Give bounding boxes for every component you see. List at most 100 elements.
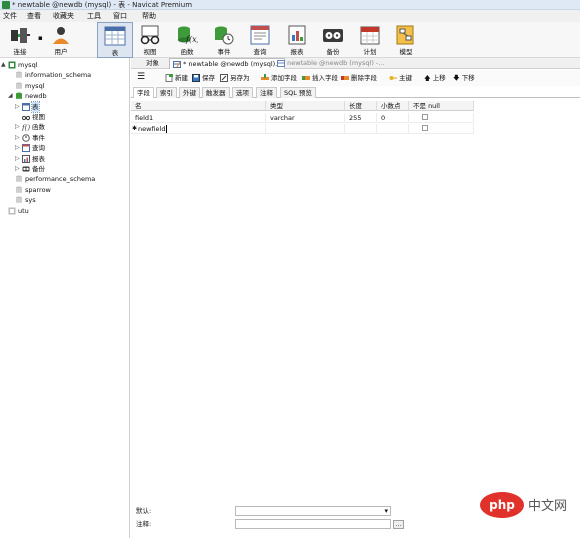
column-header-not-null[interactable]: 不是 null	[409, 101, 474, 111]
toolbar-model-label: 模型	[399, 48, 413, 56]
toolbar-view-label: 视图	[143, 48, 157, 56]
tree-expander-icon[interactable]: ▷	[15, 164, 21, 174]
backup-icon	[22, 166, 30, 172]
default-value-combobox[interactable]: ▾	[235, 506, 391, 516]
delete-field-button[interactable]: 删除字段	[341, 72, 377, 84]
tree-expander-icon[interactable]: ◢	[8, 91, 14, 101]
chevron-down-icon: ▾	[384, 507, 388, 515]
event-icon	[22, 133, 30, 142]
menu-favorites[interactable]: 收藏夹	[53, 10, 74, 22]
tree-expander-icon[interactable]: ▷	[15, 154, 21, 164]
toolbar-model-button[interactable]: 模型	[392, 22, 420, 58]
column-header-length[interactable]: 长度	[345, 101, 377, 111]
toolbar-query-button[interactable]: 查询	[246, 22, 274, 58]
primary-key-button-label: 主键	[399, 74, 412, 82]
toolbar-schedule-label: 计划	[363, 48, 377, 56]
comment-ellipsis-button[interactable]: ...	[393, 520, 404, 529]
save-as-button-label: 另存为	[230, 74, 250, 82]
tab-newtable-active[interactable]: * newtable @newdb (mysql)...	[169, 58, 286, 69]
column-header-decimals[interactable]: 小数点	[377, 101, 409, 111]
query-icon	[250, 25, 270, 45]
server-icon	[8, 61, 16, 69]
not-null-checkbox[interactable]	[422, 125, 428, 131]
new-button-label: 新建	[175, 74, 188, 82]
column-header-type[interactable]: 类型	[266, 101, 345, 111]
menu-help[interactable]: 帮助	[142, 10, 156, 22]
tree-expander-icon[interactable]: ▷	[15, 122, 21, 132]
menu-view[interactable]: 查看	[27, 10, 41, 22]
menu-file[interactable]: 文件	[3, 10, 17, 22]
toolbar-connect-button[interactable]: 连接	[4, 22, 36, 58]
hamburger-icon[interactable]: ☰	[137, 72, 145, 84]
query-icon	[22, 144, 30, 153]
toolbar-backup-button[interactable]: 备份	[319, 22, 347, 58]
menu-bar: 文件 查看 收藏夹 工具 窗口 帮助	[0, 10, 580, 22]
tree-node-label: sys	[25, 196, 36, 205]
save-button[interactable]: 保存	[192, 72, 215, 84]
subtab-indexes[interactable]: 索引	[156, 87, 177, 98]
toolbar-view-button[interactable]: 视图	[136, 22, 164, 58]
subtab-triggers[interactable]: 触发器	[202, 87, 230, 98]
model-icon	[396, 25, 414, 45]
subtab-options[interactable]: 选项	[232, 87, 253, 98]
comment-label: 注释:	[136, 520, 152, 528]
tree-expander-icon[interactable]: ▲	[1, 60, 7, 70]
move-up-button[interactable]: 🡅 上移	[424, 72, 446, 84]
field-decimals-cell[interactable]	[377, 124, 409, 134]
add-field-button[interactable]: 添加字段	[261, 72, 297, 84]
not-null-checkbox[interactable]	[422, 114, 428, 120]
menu-tools[interactable]: 工具	[87, 10, 101, 22]
column-header-name[interactable]: 名	[131, 101, 266, 111]
toolbar-schedule-button[interactable]: 计划	[356, 22, 384, 58]
tree-expander-icon[interactable]: ▷	[15, 133, 21, 143]
watermark-site: 中文网	[528, 499, 567, 514]
design-subtabs: 字段 索引 外键 触发器 选项 注释 SQL 预览	[131, 87, 580, 98]
field-name-cell[interactable]: newfield	[131, 124, 266, 134]
report-icon	[288, 25, 306, 45]
database-icon	[16, 82, 22, 89]
key-icon	[389, 76, 397, 80]
field-type-cell[interactable]: varchar	[266, 113, 345, 123]
view-icon	[22, 115, 30, 121]
field-name-cell[interactable]: field1	[131, 113, 266, 123]
field-decimals-cell[interactable]: 0	[377, 113, 409, 123]
event-icon	[215, 26, 234, 45]
report-icon	[22, 154, 30, 163]
arrow-down-icon: 🡇	[453, 74, 460, 82]
tree-expander-icon[interactable]: ▷	[15, 102, 21, 112]
svg-text:f(): f()	[22, 124, 30, 131]
toolbar-report-button[interactable]: 报表	[283, 22, 311, 58]
calendar-icon	[360, 26, 380, 45]
save-as-button[interactable]: 另存为	[220, 72, 250, 84]
toolbar-event-button[interactable]: 事件	[210, 22, 238, 58]
toolbar-function-button[interactable]: f(x) 函数	[173, 22, 201, 58]
tree-node-label: 表	[31, 100, 40, 113]
tab-objects[interactable]: 对象	[143, 58, 162, 69]
move-up-button-label: 上移	[432, 74, 446, 82]
subtab-foreign-keys[interactable]: 外键	[179, 87, 200, 98]
subtab-comment[interactable]: 注释	[256, 87, 277, 98]
comment-input[interactable]	[235, 519, 391, 529]
tab-newtable-inactive[interactable]: newtable @newdb (mysql) -...	[274, 58, 387, 69]
add-field-button-label: 添加字段	[271, 74, 297, 82]
new-button[interactable]: 新建	[165, 72, 188, 84]
tab-newtable-inactive-label: newtable @newdb (mysql) -...	[287, 59, 385, 67]
field-length-cell[interactable]	[345, 124, 377, 134]
subtab-fields[interactable]: 字段	[133, 87, 154, 98]
primary-key-button[interactable]: 主键	[389, 72, 412, 84]
move-down-button[interactable]: 🡇 下移	[453, 72, 475, 84]
connect-dropdown-button[interactable]: ▪	[36, 22, 46, 58]
field-name-value: newfield	[138, 125, 166, 133]
tree-node-label: 查询	[32, 144, 45, 153]
subtab-sql-preview[interactable]: SQL 预览	[280, 87, 316, 98]
database-icon	[16, 92, 22, 99]
tree-expander-icon[interactable]: ▷	[15, 143, 21, 153]
toolbar-user-button[interactable]: 用户	[46, 22, 76, 58]
tree-node-label: sparrow	[25, 185, 51, 194]
field-type-cell[interactable]	[266, 124, 345, 134]
field-length-cell[interactable]: 255	[345, 113, 377, 123]
toolbar-table-button[interactable]: 表	[97, 22, 133, 58]
insert-field-button[interactable]: 插入字段	[302, 72, 338, 84]
save-as-icon	[220, 74, 228, 82]
menu-window[interactable]: 窗口	[113, 10, 127, 22]
